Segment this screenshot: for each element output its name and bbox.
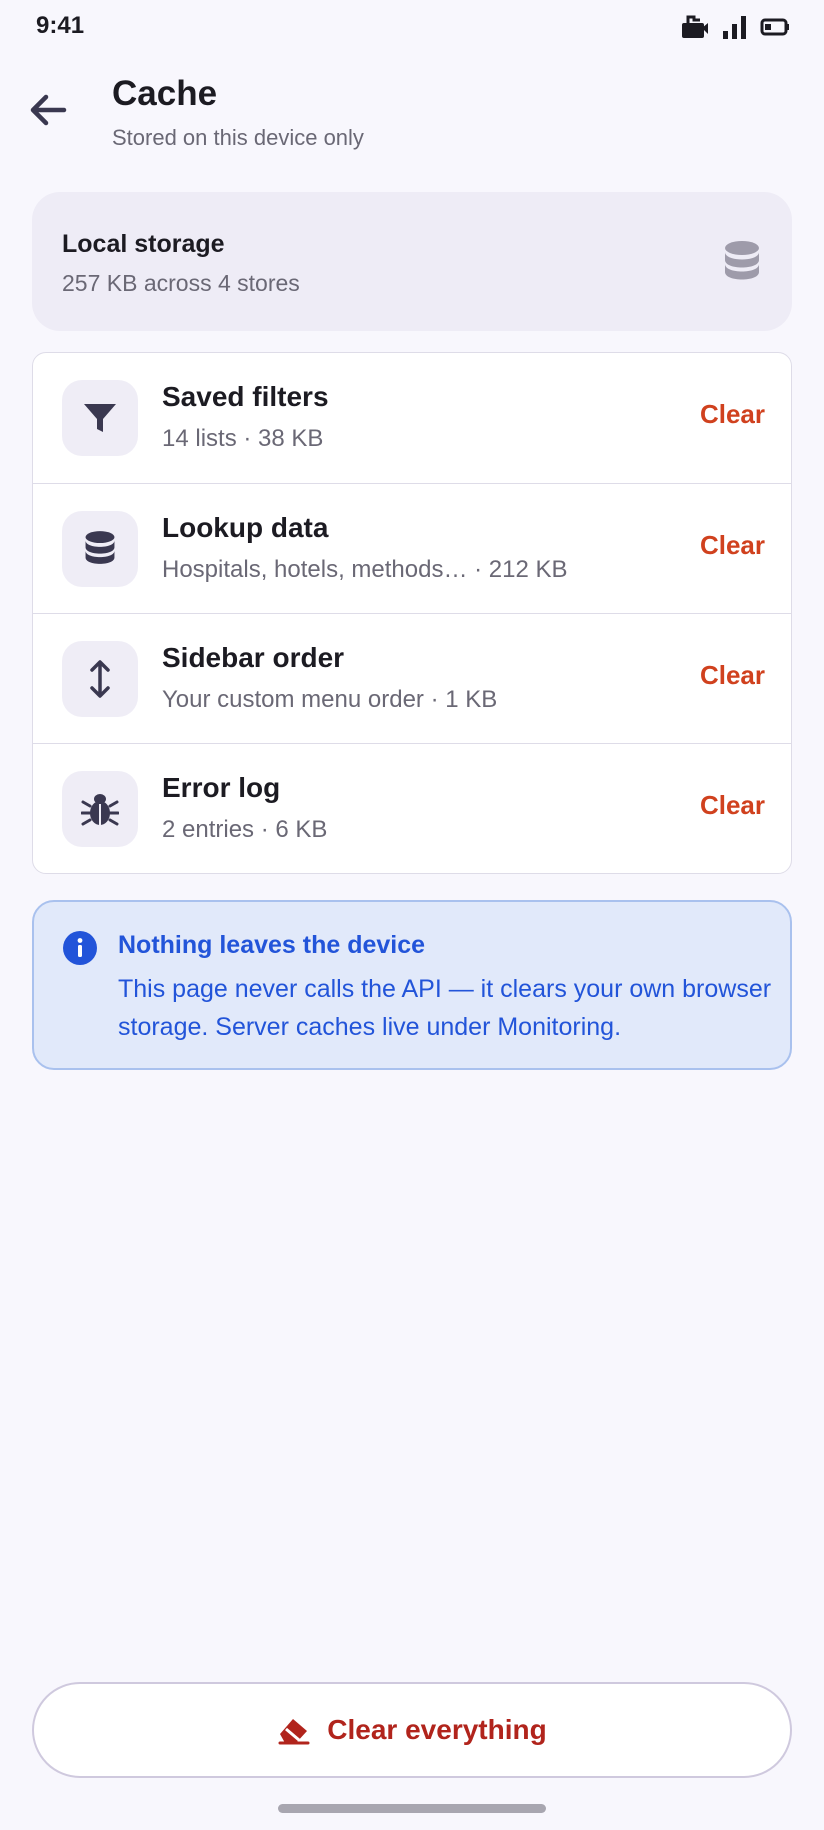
local-storage-summary: Local storage 257 KB across 4 stores [32, 192, 792, 331]
row-icon-container [62, 641, 138, 717]
summary-title: Local storage [62, 230, 225, 258]
status-bar: 9:41 [0, 0, 824, 56]
clear-saved-filters-button[interactable]: Clear [700, 399, 765, 430]
info-notice: Nothing leaves the device This page neve… [32, 900, 792, 1070]
filter-icon [84, 404, 116, 432]
clear-sidebar-order-button[interactable]: Clear [700, 660, 765, 691]
page-title: Cache [112, 74, 218, 113]
row-subtitle: Hospitals, hotels, methods… · 212 KB [162, 556, 568, 583]
store-row-lookup-data: Lookup data Hospitals, hotels, methods… … [33, 483, 791, 613]
battery-icon [760, 18, 789, 36]
signal-icon [723, 16, 746, 39]
bug-icon [81, 794, 119, 826]
home-indicator [278, 1804, 546, 1813]
info-text: This page never calls the API — it clear… [118, 975, 772, 1041]
eraser-icon [278, 1719, 310, 1745]
info-icon [63, 931, 97, 965]
store-list: Saved filters 14 lists · 38 KB Clear Loo… [32, 352, 792, 874]
row-title: Lookup data [162, 512, 329, 543]
row-icon-container [62, 380, 138, 456]
status-icons [680, 14, 790, 40]
arrow-left-icon [30, 94, 67, 126]
store-row-saved-filters: Saved filters 14 lists · 38 KB Clear [33, 353, 791, 483]
row-title: Saved filters [162, 381, 329, 412]
clear-everything-button[interactable]: Clear everything [32, 1682, 792, 1778]
clear-lookup-data-button[interactable]: Clear [700, 530, 765, 561]
row-title: Sidebar order [162, 642, 345, 673]
row-title: Error log [162, 772, 281, 803]
clear-everything-label: Clear everything [327, 1714, 547, 1745]
store-row-error-log: Error log 2 entries · 6 KB Clear [33, 743, 791, 873]
database-icon [85, 531, 115, 564]
status-time: 9:41 [36, 12, 85, 39]
page-subtitle: Stored on this device only [112, 125, 364, 150]
row-subtitle: 14 lists · 38 KB [162, 425, 324, 452]
row-subtitle: Your custom menu order · 1 KB [162, 686, 498, 713]
database-icon [725, 241, 759, 280]
row-icon-container [62, 771, 138, 847]
row-icon-container [62, 511, 138, 587]
info-title: Nothing leaves the device [118, 931, 426, 959]
vertical-arrows-icon [90, 660, 110, 698]
row-subtitle: 2 entries · 6 KB [162, 816, 328, 843]
notification-icon [682, 15, 708, 38]
summary-subtitle: 257 KB across 4 stores [62, 270, 300, 296]
cache-screen: 9:41 Cache Stored on this device only Lo… [0, 0, 824, 1830]
clear-error-log-button[interactable]: Clear [700, 790, 765, 821]
store-row-sidebar-order: Sidebar order Your custom menu order · 1… [33, 613, 791, 743]
back-button[interactable] [24, 86, 72, 134]
